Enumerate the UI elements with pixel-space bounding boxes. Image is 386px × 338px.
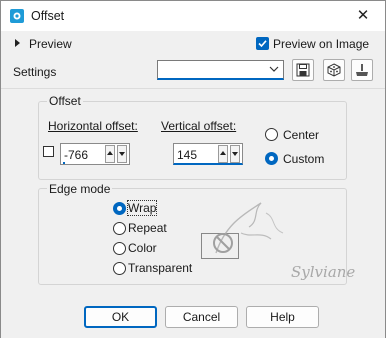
randomize-icon	[327, 63, 341, 77]
triangle-up-icon	[220, 151, 226, 155]
stepper-down[interactable]	[117, 145, 127, 163]
horizontal-stepper[interactable]	[105, 145, 127, 163]
save-preset-button[interactable]	[292, 59, 314, 81]
horizontal-offset-label: Horizontal offset:	[48, 119, 138, 133]
window-title: Offset	[31, 9, 65, 23]
transparent-label[interactable]: Transparent	[128, 261, 192, 275]
watermark-text: Sylviane	[291, 263, 356, 281]
stepper-up[interactable]	[105, 145, 115, 163]
custom-radio[interactable]	[265, 152, 278, 165]
edge-mode-title: Edge mode	[47, 182, 113, 196]
center-label[interactable]: Center	[283, 128, 319, 142]
stepper-up[interactable]	[218, 145, 228, 163]
triangle-down-icon	[119, 152, 125, 156]
preview-toggle[interactable]: Preview	[29, 37, 72, 51]
color-radio[interactable]	[113, 242, 126, 255]
wrap-radio[interactable]	[113, 202, 126, 215]
vertical-offset-value: 145	[177, 148, 198, 162]
transparent-radio[interactable]	[113, 262, 126, 275]
checkmark-icon	[258, 40, 267, 48]
reset-button[interactable]	[351, 59, 373, 81]
triangle-down-icon	[232, 152, 238, 156]
vertical-stepper[interactable]	[218, 145, 240, 163]
preview-on-image-label[interactable]: Preview on Image	[273, 37, 369, 51]
cancel-button[interactable]: Cancel	[165, 306, 238, 328]
center-radio[interactable]	[265, 128, 278, 141]
watermark-flourish	[213, 202, 284, 254]
title-bar: Offset ✕	[1, 1, 385, 31]
link-offsets-checkbox[interactable]	[43, 146, 54, 157]
settings-label: Settings	[13, 65, 57, 79]
triangle-up-icon	[107, 151, 113, 155]
vertical-offset-input[interactable]: 145	[173, 143, 243, 165]
stepper-down[interactable]	[230, 145, 240, 163]
dialog-window: Offset ✕ Preview Preview on Image Settin…	[0, 0, 386, 338]
randomize-button[interactable]	[323, 59, 345, 81]
wrap-label[interactable]: Wrap	[126, 200, 158, 216]
repeat-radio[interactable]	[113, 222, 126, 235]
expand-arrow-icon[interactable]	[15, 39, 20, 47]
vertical-offset-label: Vertical offset:	[161, 119, 237, 133]
help-button[interactable]: Help	[246, 306, 319, 328]
color-label[interactable]: Color	[128, 241, 157, 255]
reset-icon	[356, 64, 368, 76]
settings-dropdown[interactable]	[157, 60, 284, 80]
offset-group-title: Offset	[47, 94, 83, 108]
horizontal-offset-input[interactable]: -766	[60, 143, 130, 165]
horizontal-offset-value: -766	[64, 148, 89, 162]
ok-button[interactable]: OK	[84, 306, 157, 328]
close-icon[interactable]: ✕	[353, 7, 373, 25]
custom-label[interactable]: Custom	[283, 152, 324, 166]
chevron-down-icon	[269, 66, 279, 72]
save-icon	[296, 63, 310, 77]
preview-on-image-checkbox[interactable]	[256, 37, 269, 50]
repeat-label[interactable]: Repeat	[128, 221, 167, 235]
app-icon	[10, 9, 24, 23]
